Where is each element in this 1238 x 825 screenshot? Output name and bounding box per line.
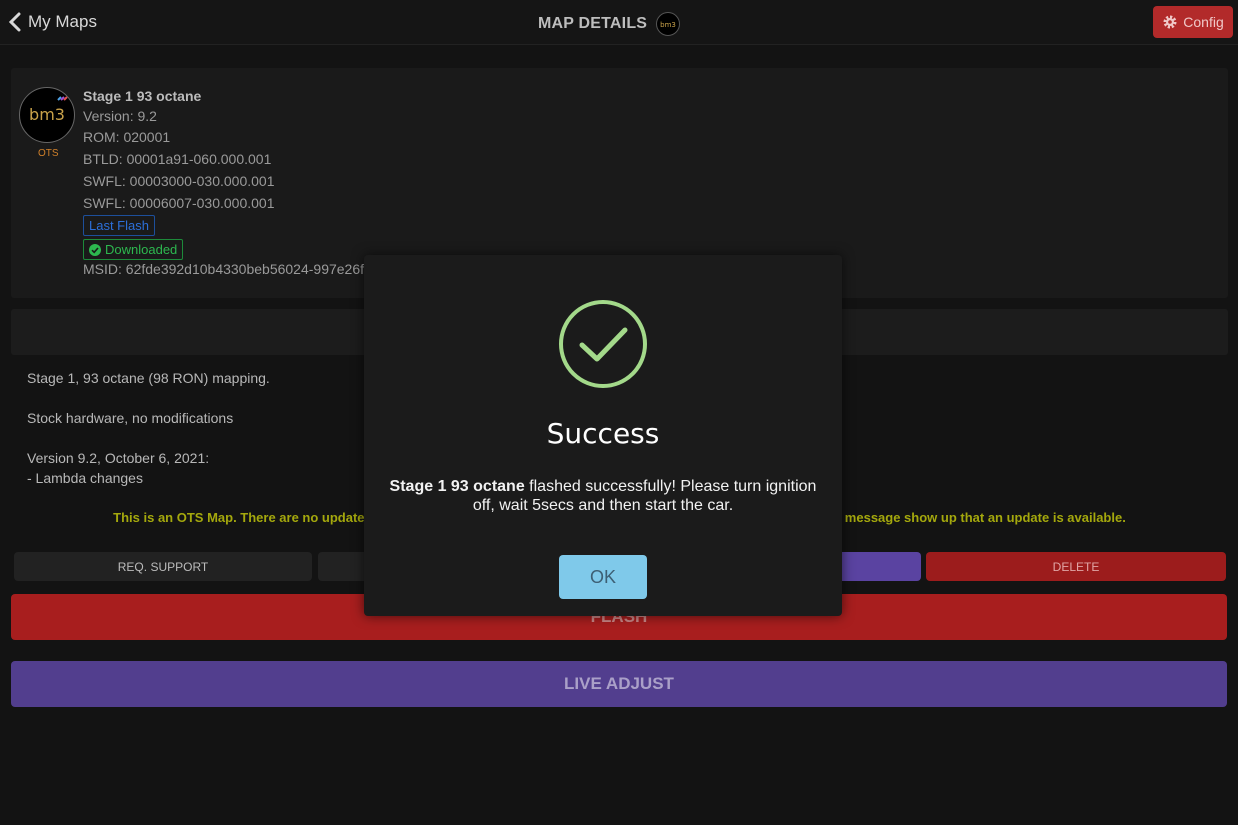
bm3-logo-icon: bm3	[660, 21, 676, 29]
title-wrap: MAP DETAILS bm3	[538, 12, 681, 36]
logo-caption: OTS	[38, 148, 59, 159]
config-button[interactable]: Config	[1153, 6, 1233, 38]
map-info: Stage 1 93 octane Version: 9.2 ROM: 0200…	[83, 86, 371, 280]
map-msid: MSID: 62fde392d10b4330beb56024-997e26fc	[83, 261, 372, 277]
live-adjust-button[interactable]: LIVE ADJUST	[11, 661, 1227, 707]
page-title: MAP DETAILS	[538, 15, 648, 32]
back-label: My Maps	[28, 12, 97, 31]
map-name: Stage 1 93 octane	[83, 88, 202, 104]
map-swfl-2: SWFL: 00006007-030.000.001	[83, 195, 275, 211]
top-bar: My Maps MAP DETAILS bm3 Config	[0, 0, 1238, 45]
ots-note-right: message show up that an update is availa…	[844, 510, 1126, 525]
chevron-left-icon	[8, 12, 21, 32]
dialog-message: Stage 1 93 octane flashed successfully! …	[384, 477, 822, 515]
config-label: Config	[1183, 14, 1224, 30]
success-dialog: Success Stage 1 93 octane flashed succes…	[364, 255, 842, 616]
back-button[interactable]: My Maps	[8, 10, 97, 34]
downloaded-badge: Downloaded	[83, 239, 184, 260]
svg-text:bm3: bm3	[660, 21, 676, 29]
bm3-logo-small: bm3	[656, 12, 681, 36]
description-line: Stock hardware, no modifications	[27, 410, 234, 426]
map-version: Version: 9.2	[83, 108, 157, 124]
check-circle-icon	[89, 243, 101, 256]
map-btld: BTLD: 00001a91-060.000.001	[83, 151, 272, 167]
description-line: Stage 1, 93 octane (98 RON) mapping.	[27, 370, 270, 386]
description-line: - Lambda changes	[27, 470, 143, 486]
map-description: Stage 1, 93 octane (98 RON) mapping. Sto…	[27, 368, 270, 488]
bm3-logo: bm3	[19, 87, 75, 143]
dialog-title: Success	[546, 417, 660, 450]
map-rom: ROM: 020001	[83, 129, 171, 145]
ots-note-left: This is an OTS Map. There are no update	[113, 510, 365, 525]
map-swfl-1: SWFL: 00003000-030.000.001	[83, 173, 275, 189]
check-circle-large-icon	[559, 300, 647, 388]
dialog-message-text: flashed successfully! Please turn igniti…	[472, 478, 817, 514]
last-flash-badge: Last Flash	[83, 215, 155, 236]
delete-button[interactable]: DELETE	[926, 552, 1226, 581]
description-line: Version 9.2, October 6, 2021:	[27, 450, 210, 466]
dialog-map-name: Stage 1 93 octane	[389, 478, 525, 495]
gear-icon	[1163, 15, 1177, 29]
bm3-logo-icon: bm3	[29, 96, 68, 124]
ok-button[interactable]: OK	[559, 555, 647, 599]
logo-text: bm3	[29, 105, 65, 124]
req-support-button[interactable]: REQ. SUPPORT	[14, 552, 312, 581]
downloaded-label: Downloaded	[105, 242, 178, 257]
